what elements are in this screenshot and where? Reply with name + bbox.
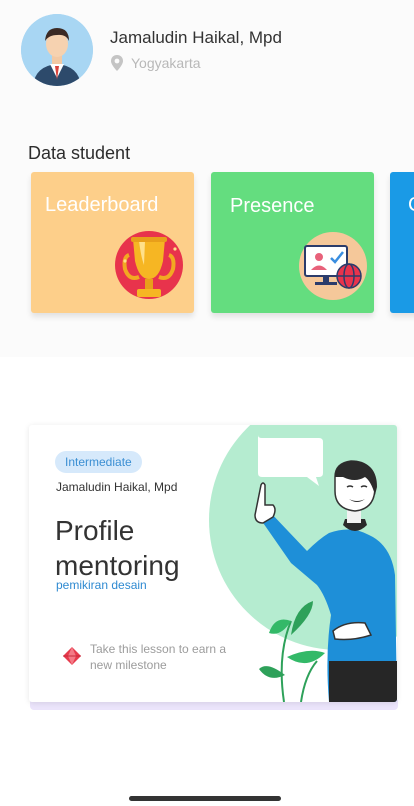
presence-monitor-icon [299,232,367,300]
lesson-title: Profile mentoring [55,515,180,581]
location-text: Yogyakarta [131,55,201,71]
mentor-name: Jamaludin Haikal, Mpd [56,480,178,494]
gem-icon [63,647,81,665]
section-title: Data student [28,143,131,163]
third-card[interactable]: C [390,172,414,313]
presence-card[interactable]: Presence [211,172,374,313]
user-name: Jamaludin Haikal, Mpd [110,28,282,47]
card-label: Presence [230,195,315,217]
card-label: C [408,194,414,217]
avatar[interactable] [21,14,93,86]
location: Yogyakarta [110,55,201,71]
leaderboard-card[interactable]: Leaderboard [31,172,194,313]
header-section: Jamaludin Haikal, Mpd Yogyakarta Data st… [0,0,414,357]
milestone-info: Take this lesson to earn a new milestone [62,641,230,673]
trophy-icon [115,231,183,299]
lesson-card[interactable]: Intermediate Jamaludin Haikal, Mpd Profi… [29,425,397,702]
location-pin-icon [111,55,123,71]
home-indicator[interactable] [129,796,281,801]
lesson-subtitle: pemikiran desain [56,578,147,592]
user-avatar-icon [21,14,93,86]
milestone-text: Take this lesson to earn a new milestone [90,642,227,672]
card-label: Leaderboard [45,194,159,216]
level-badge: Intermediate [55,451,142,473]
